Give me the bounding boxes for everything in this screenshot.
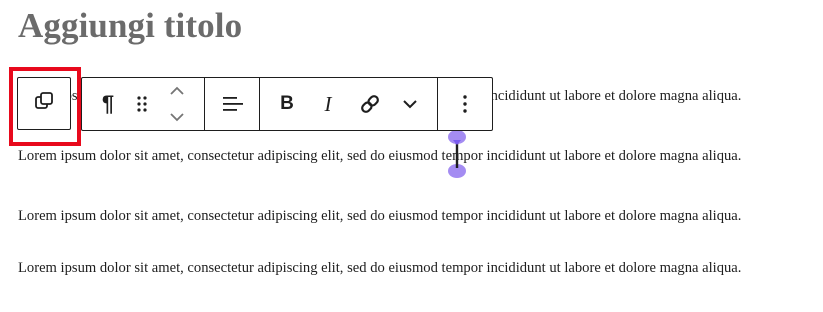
align-left-icon	[221, 95, 243, 113]
paragraph-icon: ¶	[101, 91, 115, 116]
link-button[interactable]	[354, 78, 386, 130]
more-rich-text-button[interactable]	[395, 78, 425, 130]
drag-handle-icon	[136, 95, 148, 113]
move-up-button[interactable]	[164, 78, 190, 104]
align-button[interactable]	[217, 78, 247, 130]
more-options-icon	[462, 94, 468, 114]
formatting-group: B I	[260, 78, 438, 130]
move-down-button[interactable]	[164, 104, 190, 130]
link-icon	[358, 92, 382, 116]
bold-button[interactable]: B	[272, 78, 302, 130]
italic-button[interactable]: I	[313, 78, 343, 130]
paragraph-block[interactable]: Lorem ipsum dolor sit amet, consectetur …	[18, 207, 741, 225]
paragraph-block[interactable]: Lorem ipsum dolor sit amet, consectetur …	[18, 259, 741, 277]
select-parent-block-icon	[33, 90, 55, 117]
italic-icon: I	[324, 91, 332, 116]
resize-handle[interactable]	[447, 130, 467, 178]
block-type-group: ¶	[82, 78, 205, 130]
bold-icon: B	[280, 93, 294, 114]
post-title[interactable]: Aggiungi titolo	[18, 4, 242, 48]
chevron-down-icon	[402, 99, 418, 109]
select-parent-block-button[interactable]	[17, 77, 71, 130]
move-down-icon	[169, 112, 185, 122]
paragraph-block[interactable]: Lorem ipsum dolor sit amet, consectetur …	[18, 147, 741, 165]
block-type-button[interactable]: ¶	[94, 78, 122, 130]
block-toolbar: ¶ B I	[81, 77, 493, 131]
alignment-group	[205, 78, 260, 130]
drag-handle-button[interactable]	[130, 78, 154, 130]
move-up-icon	[169, 86, 185, 96]
more-options-button[interactable]	[450, 78, 480, 130]
options-group	[438, 78, 492, 130]
